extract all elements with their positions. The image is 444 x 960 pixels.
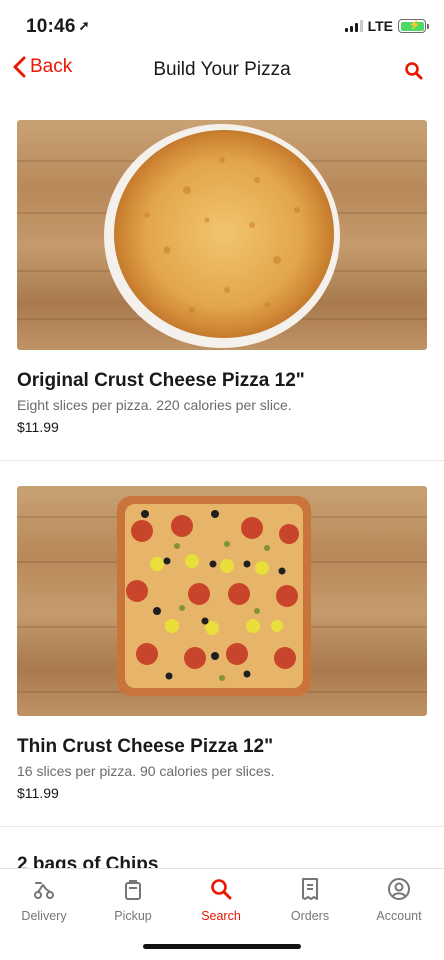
divider — [0, 460, 444, 461]
status-indicators: LTE ⚡ — [344, 18, 429, 34]
tab-pickup[interactable]: Pickup — [89, 877, 177, 923]
tab-label: Pickup — [114, 909, 152, 923]
cellular-signal-icon — [344, 20, 363, 32]
item-name: Thin Crust Cheese Pizza 12" — [17, 736, 274, 757]
divider — [0, 826, 444, 827]
account-icon — [388, 878, 410, 900]
bag-icon — [125, 880, 141, 900]
item-price: $11.99 — [17, 785, 59, 801]
home-indicator — [143, 944, 301, 949]
square-pizza-illustration — [117, 496, 311, 696]
item-description: 16 slices per pizza. 90 calories per sli… — [17, 763, 275, 779]
battery-icon: ⚡ — [398, 19, 429, 33]
page-title: Build Your Pizza — [153, 59, 291, 80]
status-bar: 10:46 ➚ LTE ⚡ — [0, 0, 444, 50]
tab-label: Account — [376, 909, 422, 923]
tab-label: Search — [201, 909, 241, 923]
tab-label: Orders — [290, 909, 330, 923]
tab-label: Delivery — [21, 909, 67, 923]
location-arrow-icon: ➚ — [78, 18, 90, 33]
pizza-image-original-crust — [17, 120, 427, 350]
status-time: 10:46 ➚ — [26, 16, 90, 38]
network-label: LTE — [367, 18, 393, 34]
tab-account[interactable]: Account — [355, 877, 443, 923]
receipt-icon — [302, 878, 318, 900]
scooter-icon — [34, 882, 54, 899]
item-name: Original Crust Cheese Pizza 12" — [17, 370, 305, 391]
pizza-image-thin-crust — [17, 486, 427, 716]
search-icon[interactable] — [404, 61, 424, 81]
tab-delivery[interactable]: Delivery — [0, 877, 88, 923]
item-description: Eight slices per pizza. 220 calories per… — [17, 397, 292, 413]
tab-search[interactable]: Search — [177, 877, 265, 923]
tab-orders[interactable]: Orders — [266, 877, 354, 923]
round-pizza-illustration — [104, 124, 340, 348]
clock-text: 10:46 — [26, 16, 76, 37]
item-price: $11.99 — [17, 419, 59, 435]
search-icon — [211, 879, 232, 900]
navigation-bar: Back Build Your Pizza — [0, 50, 444, 94]
